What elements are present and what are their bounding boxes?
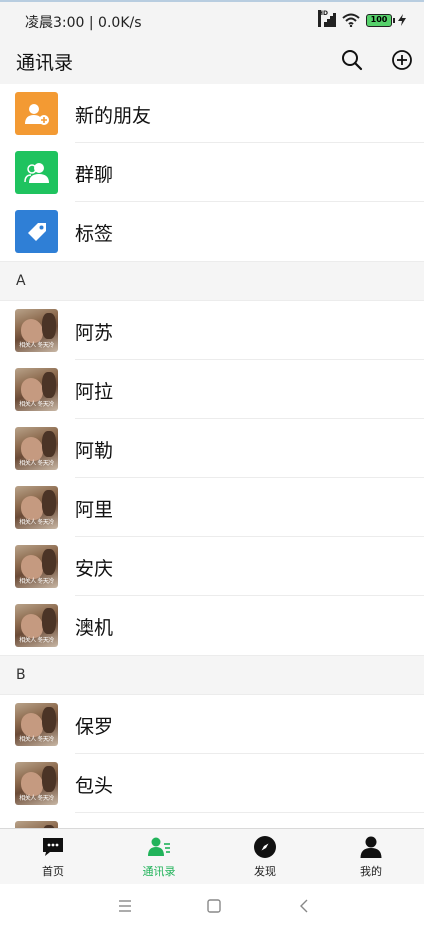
contact-name: 阿里 [75, 499, 114, 521]
wifi-icon [342, 13, 360, 27]
avatar: 相关人 冬天冷 [15, 427, 58, 470]
contact-name: 阿勒 [75, 440, 114, 462]
bottom-tab-bar: 首页 通讯录 发现 我的 [0, 828, 424, 884]
avatar: 相关人 冬天冷 [15, 486, 58, 529]
tab-discover[interactable]: 发现 [212, 829, 318, 885]
contact-name: 保罗 [75, 716, 114, 738]
contact-name: 包头 [75, 775, 114, 797]
avatar: 相关人 冬天冷 [15, 368, 58, 411]
tab-me[interactable]: 我的 [318, 829, 424, 885]
tab-label: 我的 [360, 865, 382, 878]
function-label: 群聊 [75, 164, 114, 186]
contact-name: 阿拉 [75, 381, 114, 403]
avatar: 相关人 冬天冷 [15, 545, 58, 588]
function-label: 标签 [75, 223, 114, 245]
avatar [15, 821, 58, 828]
back-icon[interactable] [296, 898, 312, 914]
contact-row[interactable]: 相关人 冬天冷 阿里 [0, 478, 424, 537]
search-icon[interactable] [340, 48, 364, 72]
section-letter: B [16, 667, 26, 683]
function-group-chat[interactable]: 群聊 [0, 143, 424, 202]
contact-row[interactable]: 相关人 冬天冷 阿勒 [0, 419, 424, 478]
battery-icon: 100 [366, 13, 395, 27]
function-label: 新的朋友 [75, 105, 152, 127]
plus-circle-icon[interactable] [390, 48, 414, 72]
signal-icon: HD [318, 10, 336, 27]
contact-row[interactable]: 相关人 冬天冷 澳机 [0, 596, 424, 655]
avatar: 相关人 冬天冷 [15, 604, 58, 647]
contact-name: 澳机 [75, 617, 114, 639]
contact-row[interactable]: 相关人 冬天冷 安庆 [0, 537, 424, 596]
home-square-icon[interactable] [206, 898, 222, 914]
tag-icon [15, 210, 58, 253]
status-icons: HD 100 [318, 10, 406, 27]
section-header-a: A [0, 261, 424, 301]
top-app-bar: 通讯录 [0, 40, 424, 84]
function-new-friends[interactable]: 新的朋友 [0, 84, 424, 143]
system-nav-bar [0, 884, 424, 928]
status-time: 凌晨3:00 | 0.0K/s [25, 15, 142, 31]
contact-name: 阿苏 [75, 322, 114, 344]
contacts-screen: 凌晨3:00 | 0.0K/s HD 100 通讯录 新的朋友 群聊 标签 A … [0, 0, 424, 928]
charging-icon [398, 14, 406, 26]
menu-icon[interactable] [117, 898, 133, 914]
tab-label: 通讯录 [142, 865, 176, 878]
section-letter: A [16, 273, 26, 289]
contact-row[interactable]: 相关人 冬天冷 阿拉 [0, 360, 424, 419]
contacts-icon [148, 837, 170, 856]
network-badge: HD [318, 10, 328, 27]
compass-icon [254, 836, 276, 858]
avatar: 相关人 冬天冷 [15, 762, 58, 805]
person-icon [360, 836, 382, 858]
add-friend-icon [15, 92, 58, 135]
contact-row-partial[interactable] [0, 813, 424, 828]
tab-home[interactable]: 首页 [0, 829, 106, 885]
avatar: 相关人 冬天冷 [15, 703, 58, 746]
status-bar: 凌晨3:00 | 0.0K/s HD 100 [0, 0, 424, 40]
contact-row[interactable]: 相关人 冬天冷 阿苏 [0, 301, 424, 360]
contact-row[interactable]: 相关人 冬天冷 保罗 [0, 695, 424, 754]
contact-name: 安庆 [75, 558, 114, 580]
group-chat-icon [15, 151, 58, 194]
avatar: 相关人 冬天冷 [15, 309, 58, 352]
page-title: 通讯录 [16, 52, 74, 74]
tab-label: 发现 [254, 865, 276, 878]
chat-bubble-icon [43, 838, 63, 856]
section-header-b: B [0, 655, 424, 695]
contact-row[interactable]: 相关人 冬天冷 包头 [0, 754, 424, 813]
function-tags[interactable]: 标签 [0, 202, 424, 261]
contact-list[interactable]: 新的朋友 群聊 标签 A 相关人 冬天冷 阿苏 相关人 冬天冷 阿拉 相关人 冬… [0, 84, 424, 828]
tab-label: 首页 [42, 865, 64, 878]
tab-contacts[interactable]: 通讯录 [106, 829, 212, 885]
